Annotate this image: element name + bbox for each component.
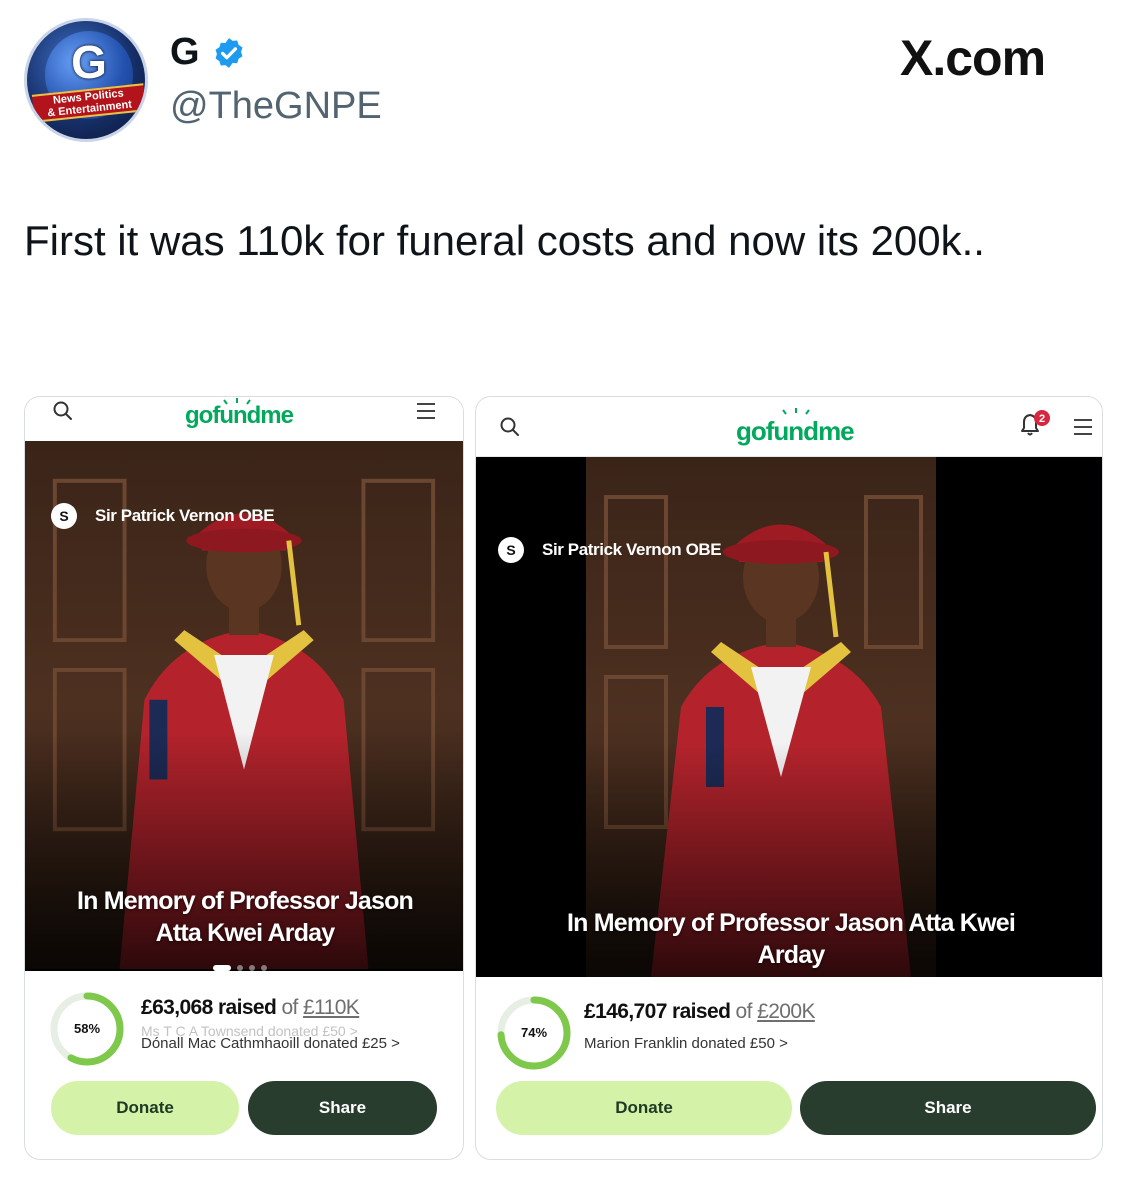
notification-count: 2 — [1039, 413, 1045, 425]
recent-donation[interactable]: Marion Franklin donated £50 > — [584, 1035, 788, 1052]
x-watermark: X.com — [900, 30, 1046, 86]
carousel-dot[interactable] — [261, 965, 267, 971]
carousel-dot-active[interactable] — [213, 965, 231, 971]
hamburger-menu-icon[interactable] — [1072, 417, 1094, 437]
carousel-dot[interactable] — [237, 965, 243, 971]
gofundme-logo[interactable]: gofundme — [736, 415, 855, 447]
share-button[interactable]: Share — [248, 1081, 437, 1135]
donate-button[interactable]: Donate — [51, 1081, 239, 1135]
display-name[interactable]: G — [170, 30, 200, 74]
raised-amount: £146,707 raised — [584, 1000, 731, 1023]
campaign-title: In Memory of Professor Jason Atta Kwei A… — [567, 909, 1016, 969]
creator-row[interactable]: S Sir Patrick Vernon OBE — [498, 537, 722, 563]
donate-button[interactable]: Donate — [496, 1081, 792, 1135]
notification-bell-icon[interactable]: 2 — [1016, 409, 1050, 439]
search-icon[interactable] — [498, 415, 522, 439]
gofundme-header: gofundme 2 — [476, 397, 1102, 457]
user-handle[interactable]: @TheGNPE — [170, 84, 382, 128]
creator-name: Sir Patrick Vernon OBE — [95, 506, 275, 525]
progress-percent: 58% — [73, 1021, 101, 1036]
campaign-photo[interactable]: S Sir Patrick Vernon OBE In Memory of Pr… — [25, 441, 463, 971]
campaign-photo[interactable]: S Sir Patrick Vernon OBE In Memory of Pr… — [476, 457, 1102, 977]
share-button[interactable]: Share — [800, 1081, 1096, 1135]
carousel-dots[interactable] — [213, 965, 273, 971]
carousel-dot[interactable] — [249, 965, 255, 971]
creator-row[interactable]: S Sir Patrick Vernon OBE — [51, 503, 275, 529]
goal-amount[interactable]: £200K — [757, 1000, 815, 1023]
campaign-title: In Memory of Professor Jason Atta Kwei A… — [76, 887, 414, 947]
raised-of: of — [735, 1000, 753, 1023]
hamburger-menu-icon[interactable] — [415, 401, 437, 421]
gofundme-logo[interactable]: gofundme — [185, 401, 294, 431]
gofundme-screenshot-2[interactable]: gofundme 2 S Sir Patrick Vernon OBE In M… — [475, 396, 1103, 1160]
verified-badge-icon — [215, 38, 243, 68]
progress-percent: 74% — [520, 1025, 548, 1040]
search-icon[interactable] — [51, 399, 75, 423]
portrait-image — [476, 457, 936, 977]
recent-donation[interactable]: Dónall Mac Cathmhaoill donated £25 > — [141, 1035, 400, 1052]
creator-avatar: S — [51, 503, 77, 529]
creator-name: Sir Patrick Vernon OBE — [542, 540, 722, 559]
raised-summary: £63,068 raised of £110K — [141, 995, 360, 1021]
creator-avatar: S — [498, 537, 524, 563]
avatar-logo-letter: G — [71, 36, 107, 88]
raised-summary: £146,707 raised of £200K — [584, 999, 815, 1025]
goal-amount[interactable]: £110K — [303, 996, 360, 1019]
gofundme-header: gofundme — [25, 397, 463, 441]
gofundme-screenshot-1[interactable]: gofundme S Sir Patrick Vernon OBE In Mem… — [24, 396, 464, 1160]
raised-amount: £63,068 raised — [141, 996, 277, 1019]
raised-of: of — [281, 996, 298, 1019]
logo-rays-icon — [782, 408, 810, 415]
tweet-text: First it was 110k for funeral costs and … — [24, 217, 985, 264]
profile-avatar[interactable]: G News Politics & Entertainment — [24, 18, 148, 142]
